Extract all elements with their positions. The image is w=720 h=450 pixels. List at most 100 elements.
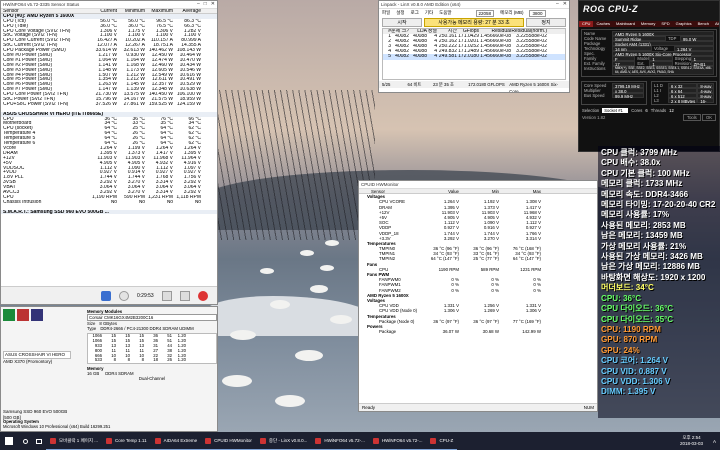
linx-window[interactable]: Linpack - LinX v0.8.0 AMD Edition (x64) … [378, 0, 570, 93]
memory-input[interactable]: 3800 [529, 10, 546, 17]
timer-text: 0:29:53 [137, 292, 154, 299]
hwinfo-sensor-titlebar[interactable]: HWiNFO64 v5.72-3335 Sensor Status – □ ✕ [1, 1, 217, 9]
taskbar-app-button[interactable]: HWiNFO64 v5.72-... [311, 432, 369, 450]
hwmonitor-cell [559, 314, 597, 319]
taskbar-app-button[interactable]: Core Temp 1.11 [101, 432, 151, 450]
timing-row: 533 8 8 8 18 26 1.20 [88, 358, 216, 363]
search-icon[interactable] [18, 432, 32, 450]
menu-help[interactable]: 도움말 [439, 10, 451, 17]
start-button[interactable]: 시작 [382, 18, 422, 27]
osd-line: CPU 다이오드: 35°C [601, 314, 674, 324]
module-select[interactable]: Corsair CMK16GX4M2B3200C16 [87, 314, 217, 321]
minimize-icon[interactable]: – [197, 1, 200, 7]
col-min[interactable]: Min [459, 189, 499, 193]
tools-button[interactable]: Tools [682, 114, 701, 121]
cpuz-tab[interactable]: Bench [695, 21, 712, 27]
col-max[interactable]: Max [499, 189, 541, 193]
swan [275, 395, 305, 407]
taskbar-app-label: CPU-Z [439, 438, 454, 443]
taskbar-app-label: CPUID HWMonitor [214, 438, 252, 443]
taskbar-app-label: 모바클락 1 페이지 ... [59, 437, 98, 443]
os-value: Microsoft Windows 10 Professional (x64) … [3, 424, 111, 429]
maximize-icon[interactable]: □ [204, 1, 207, 7]
memory-label: 메모리 (MB) [500, 10, 524, 15]
hwmonitor-statusbar: Ready NUM [359, 403, 597, 411]
osd-line: 메모리 클럭: 1733 MHz [601, 179, 683, 189]
cpuz-tab[interactable]: SPD [658, 21, 672, 27]
start-icon[interactable] [0, 432, 18, 450]
taskbar-app-button[interactable]: AIDA64 Extreme [150, 432, 202, 450]
hwinfo-summary-window[interactable]: ASUS CROSSHAIR VI HERO AMD X370 (Promont… [0, 306, 218, 432]
hwmonitor-titlebar[interactable]: CPUID HWMonitor [359, 181, 597, 189]
socket-select[interactable]: Socket #1 [602, 108, 629, 113]
cache-l3: 2 x 8 MBytes [668, 98, 698, 103]
hwinfo-sensor-list[interactable]: CPU [#0]: AMD Ryzen 5 1600X CPU (Tctl) 56.… [1, 13, 217, 292]
hwmonitor-cell [559, 262, 597, 267]
menu-settings[interactable]: 설정 [396, 10, 404, 17]
col-sensor[interactable]: Sensor [359, 189, 419, 193]
sensor-row[interactable]: S.M.A.R.T.: Samsung SSD 960 EVO 500GB ..… [1, 209, 217, 215]
col-value[interactable]: Value [419, 189, 459, 193]
cpuz-tab[interactable]: Graphics [673, 21, 695, 27]
hwmonitor-cell: Package [379, 329, 397, 335]
minimize-icon[interactable]: – [556, 1, 559, 7]
linx-results-table[interactable]: # 문제 크기 LDA 정렬 시간 GFlops Residual Residual(norm… [382, 28, 566, 80]
ok-button[interactable]: OK [701, 114, 716, 121]
sensor-cell [159, 210, 178, 215]
hwmonitor-title: CPUID HWMonitor [361, 182, 399, 187]
close-sensor-icon[interactable] [197, 290, 208, 301]
linx-statusbar: 5/25 64 비트 23 분 35 초 172.0180 GFLOPS AMD… [379, 81, 569, 92]
linx-controls: 시작 사용가능 메모리 용량: 27 분 33 초 정지 [379, 18, 569, 27]
arrows-icon[interactable] [101, 290, 111, 301]
bus-speed: 99.9 MHz [612, 93, 644, 98]
settings-icon[interactable] [179, 290, 190, 301]
col-maximum[interactable]: Maximum [145, 9, 173, 13]
stop-button[interactable]: 정지 [526, 18, 566, 27]
cpuz-tab[interactable]: Mainboard [613, 21, 638, 27]
taskbar-app-button[interactable]: 모바클락 1 페이지 ... [46, 432, 102, 450]
hwinfo-sensor-window[interactable]: HWiNFO64 v5.72-3335 Sensor Status – □ ✕ Se… [0, 0, 218, 305]
cpuz-tab[interactable]: About [712, 21, 719, 27]
taskbar-app-button[interactable]: 중단 - LinX v0.8.0... [255, 432, 312, 450]
col-minimum[interactable]: Minimum [117, 9, 145, 13]
hwmonitor-window[interactable]: CPUID HWMonitor Sensor Value Min Max Vol… [358, 180, 598, 412]
linx-bits: 64 비트 [407, 82, 422, 87]
menu-log[interactable]: 로그 [411, 10, 419, 17]
input-language[interactable]: A [709, 439, 720, 444]
chipset-label: AMD X370 (Promontory) [3, 359, 53, 364]
summary-left: ASUS CROSSHAIR VI HERO AMD X370 (Promont… [3, 351, 71, 421]
linx-cell: 4 [434, 54, 437, 60]
problem-size-input[interactable]: 22058 [475, 10, 495, 17]
linx-cell: 3.225588e-02 [516, 54, 547, 60]
osd-line: 사용된 메모리: 2853 MB [601, 220, 686, 230]
osd-line: 메모리 타이밍: 17-20-20-40 CR2 [601, 200, 716, 210]
taskbar-app-button[interactable]: CPUID HWMonitor [201, 432, 256, 450]
linx-result-row[interactable]: 5 40082 40088 4 249.581 172.0180 1.456660e-08 3… [383, 54, 565, 60]
cpuz-tab[interactable]: Caches [593, 21, 613, 27]
close-icon[interactable]: ✕ [563, 1, 567, 7]
hwmonitor-cell [559, 298, 597, 303]
linx-titlebar[interactable]: Linpack - LinX v0.8.0 AMD Edition (x64) … [379, 1, 569, 9]
osd-line: CPU 코어: 1.264 V [601, 356, 669, 366]
osd-line: 바탕화면 해상도: 1920 x 1200 [601, 272, 706, 282]
cpuz-tab[interactable]: Memory [638, 21, 658, 27]
motherboard-label: ASUS CROSSHAIR VI HERO [3, 351, 71, 359]
taskbar-app-label: AIDA64 Extreme [163, 438, 198, 443]
close-icon[interactable]: ✕ [211, 1, 215, 7]
col-sensor[interactable]: Sensor [1, 9, 89, 13]
menu-file[interactable]: 파일 [382, 10, 390, 17]
cpuz-tab[interactable]: CPU [579, 21, 594, 27]
hwmonitor-row[interactable]: Package 36.07 W 30.68 W 142.99 W [359, 329, 597, 334]
swan [260, 268, 274, 274]
col-average[interactable]: Average [173, 9, 201, 13]
report-icon[interactable] [161, 290, 172, 301]
col-current[interactable]: Current [89, 9, 117, 13]
hwmonitor-tree[interactable]: Voltages CPU VCORE 1.264 V 1.192 V 1.308 V DR… [359, 194, 597, 402]
taskbar-app-button[interactable]: CPU-Z [426, 432, 458, 450]
menu-misc[interactable]: 기타 [425, 10, 433, 17]
task-view-icon[interactable] [32, 432, 46, 450]
cpuz-window[interactable]: ROG CPU-Z CPU Caches Mainboard Memory SPD Gra… [578, 0, 720, 152]
taskbar-app-button[interactable]: HWiNFO64 v5.72-... [368, 432, 427, 450]
system-clock[interactable]: 오후 2:54 2018-03-03 [674, 435, 709, 447]
taskbar-app-label: HWiNFO64 v5.72-... [324, 438, 365, 443]
